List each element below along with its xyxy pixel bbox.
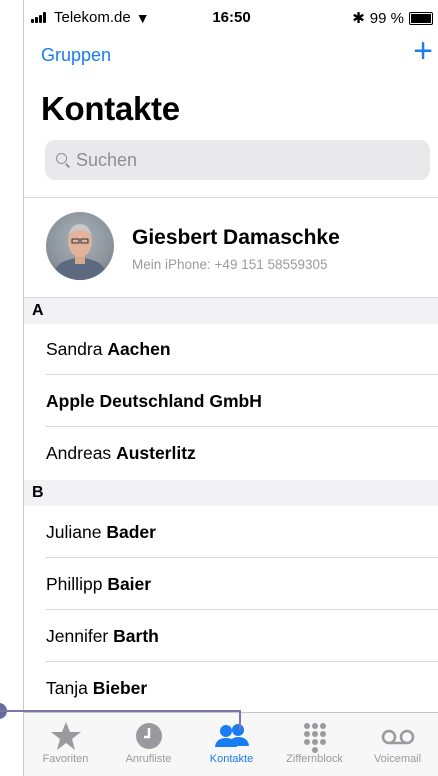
section-letter: A	[32, 302, 44, 319]
section-letter: B	[32, 484, 44, 501]
tab-keypad[interactable]: Ziffernblock	[273, 713, 356, 776]
tab-contacts[interactable]: Kontakte	[190, 713, 273, 776]
search-input[interactable]: Suchen	[45, 140, 430, 180]
contact-last-name: Baier	[107, 574, 152, 594]
contact-last-name: Barth	[113, 626, 159, 646]
groups-button[interactable]: Gruppen	[41, 45, 111, 66]
search-icon	[56, 153, 70, 167]
contact-row[interactable]: Andreas Austerlitz	[24, 428, 438, 479]
contact-company-name: Apple Deutschland GmbH	[46, 391, 262, 411]
tab-label: Anrufliste	[125, 753, 172, 765]
contact-first-name: Tanja	[46, 678, 88, 698]
keypad-icon	[273, 719, 356, 753]
divider	[24, 197, 438, 198]
contact-first-name: Juliane	[46, 522, 102, 542]
contact-row[interactable]: Jennifer Barth	[24, 611, 438, 662]
section-header-b: B	[24, 480, 438, 506]
contact-row[interactable]: Apple Deutschland GmbH	[24, 376, 438, 427]
tab-bar: Favoriten Anrufliste Kontakte Ziffernblo…	[24, 712, 438, 776]
my-card-phone: Mein iPhone: +49 151 58559305	[132, 257, 328, 272]
contact-first-name: Andreas	[46, 443, 112, 463]
contact-first-name: Phillipp	[46, 574, 103, 594]
section-header-a: A	[24, 298, 438, 324]
tab-label: Ziffernblock	[286, 753, 343, 765]
tab-voicemail[interactable]: Voicemail	[356, 713, 438, 776]
bluetooth-icon: ✱	[352, 10, 365, 27]
clock-icon	[107, 719, 190, 753]
contact-row[interactable]: Phillipp Baier	[24, 559, 438, 610]
status-right: ✱ 99 %	[352, 9, 433, 27]
tab-recents[interactable]: Anrufliste	[107, 713, 190, 776]
page-title: Kontakte	[41, 90, 180, 127]
contact-last-name: Bader	[106, 522, 156, 542]
search-placeholder: Suchen	[76, 149, 138, 170]
tab-label: Voicemail	[373, 753, 422, 765]
contact-row[interactable]: Tanja Bieber	[24, 663, 438, 714]
annotation-line-drop	[239, 710, 241, 730]
contact-first-name: Jennifer	[46, 626, 109, 646]
battery-icon	[409, 11, 433, 25]
my-card-name: Giesbert Damaschke	[132, 226, 340, 249]
avatar	[46, 212, 114, 280]
tab-label: Kontakte	[209, 753, 254, 765]
profile-photo	[54, 224, 106, 280]
tab-label: Favoriten	[42, 753, 89, 765]
annotation-line	[0, 710, 240, 712]
add-contact-button[interactable]: +	[413, 34, 433, 68]
contact-last-name: Austerlitz	[116, 443, 196, 463]
contact-first-name: Sandra	[46, 339, 103, 359]
contact-last-name: Aachen	[107, 339, 171, 359]
contact-last-name: Bieber	[92, 678, 148, 698]
tab-favorites[interactable]: Favoriten	[24, 713, 107, 776]
contact-row[interactable]: Juliane Bader	[24, 507, 438, 558]
contacts-screen: Telekom.de ▼ 16:50 ✱ 99 % Gruppen + Kont…	[23, 0, 438, 776]
contacts-icon	[190, 719, 273, 753]
contact-row[interactable]: Sandra Aachen	[24, 324, 438, 375]
battery-percent: 99 %	[369, 9, 404, 27]
voicemail-icon	[356, 719, 438, 753]
star-icon	[24, 719, 107, 753]
status-bar: Telekom.de ▼ 16:50 ✱ 99 %	[24, 0, 438, 38]
